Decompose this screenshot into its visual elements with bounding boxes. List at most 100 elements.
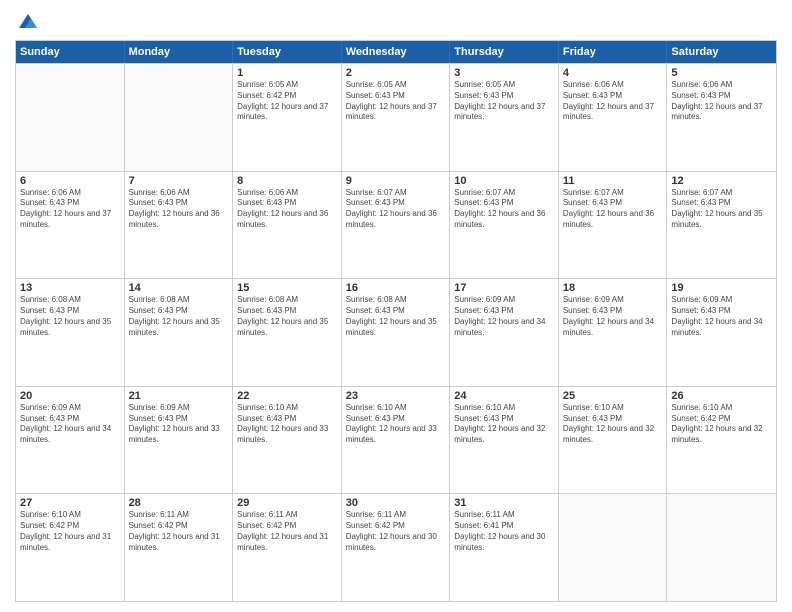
- day-info: Sunrise: 6:11 AMSunset: 6:42 PMDaylight:…: [129, 510, 229, 553]
- day-of-week-header: Friday: [559, 41, 668, 63]
- calendar-cell: 31Sunrise: 6:11 AMSunset: 6:41 PMDayligh…: [450, 494, 559, 601]
- day-number: 6: [20, 175, 120, 187]
- day-number: 25: [563, 390, 663, 402]
- day-number: 11: [563, 175, 663, 187]
- day-number: 30: [346, 497, 446, 509]
- day-info: Sunrise: 6:11 AMSunset: 6:42 PMDaylight:…: [237, 510, 337, 553]
- day-info: Sunrise: 6:05 AMSunset: 6:43 PMDaylight:…: [454, 80, 554, 123]
- day-number: 16: [346, 282, 446, 294]
- day-info: Sunrise: 6:06 AMSunset: 6:43 PMDaylight:…: [671, 80, 772, 123]
- day-number: 2: [346, 67, 446, 79]
- calendar-cell: 15Sunrise: 6:08 AMSunset: 6:43 PMDayligh…: [233, 279, 342, 386]
- day-info: Sunrise: 6:06 AMSunset: 6:43 PMDaylight:…: [129, 188, 229, 231]
- calendar-cell: 4Sunrise: 6:06 AMSunset: 6:43 PMDaylight…: [559, 64, 668, 171]
- day-info: Sunrise: 6:10 AMSunset: 6:43 PMDaylight:…: [563, 403, 663, 446]
- day-info: Sunrise: 6:09 AMSunset: 6:43 PMDaylight:…: [454, 295, 554, 338]
- calendar-cell: 17Sunrise: 6:09 AMSunset: 6:43 PMDayligh…: [450, 279, 559, 386]
- day-number: 5: [671, 67, 772, 79]
- day-number: 12: [671, 175, 772, 187]
- calendar-week-row: 13Sunrise: 6:08 AMSunset: 6:43 PMDayligh…: [16, 278, 776, 386]
- day-info: Sunrise: 6:05 AMSunset: 6:42 PMDaylight:…: [237, 80, 337, 123]
- calendar-cell: 11Sunrise: 6:07 AMSunset: 6:43 PMDayligh…: [559, 172, 668, 279]
- calendar-cell: 26Sunrise: 6:10 AMSunset: 6:42 PMDayligh…: [667, 387, 776, 494]
- calendar-cell: 5Sunrise: 6:06 AMSunset: 6:43 PMDaylight…: [667, 64, 776, 171]
- calendar-cell: [125, 64, 234, 171]
- day-info: Sunrise: 6:06 AMSunset: 6:43 PMDaylight:…: [237, 188, 337, 231]
- calendar-cell: 7Sunrise: 6:06 AMSunset: 6:43 PMDaylight…: [125, 172, 234, 279]
- day-info: Sunrise: 6:10 AMSunset: 6:43 PMDaylight:…: [454, 403, 554, 446]
- day-info: Sunrise: 6:07 AMSunset: 6:43 PMDaylight:…: [671, 188, 772, 231]
- calendar-cell: 27Sunrise: 6:10 AMSunset: 6:42 PMDayligh…: [16, 494, 125, 601]
- day-info: Sunrise: 6:07 AMSunset: 6:43 PMDaylight:…: [346, 188, 446, 231]
- calendar-cell: 29Sunrise: 6:11 AMSunset: 6:42 PMDayligh…: [233, 494, 342, 601]
- day-number: 24: [454, 390, 554, 402]
- day-number: 29: [237, 497, 337, 509]
- calendar-cell: 8Sunrise: 6:06 AMSunset: 6:43 PMDaylight…: [233, 172, 342, 279]
- calendar-cell: 12Sunrise: 6:07 AMSunset: 6:43 PMDayligh…: [667, 172, 776, 279]
- calendar-week-row: 27Sunrise: 6:10 AMSunset: 6:42 PMDayligh…: [16, 493, 776, 601]
- day-info: Sunrise: 6:10 AMSunset: 6:42 PMDaylight:…: [671, 403, 772, 446]
- day-of-week-header: Wednesday: [342, 41, 451, 63]
- calendar-week-row: 6Sunrise: 6:06 AMSunset: 6:43 PMDaylight…: [16, 171, 776, 279]
- day-number: 15: [237, 282, 337, 294]
- calendar-header: SundayMondayTuesdayWednesdayThursdayFrid…: [16, 41, 776, 63]
- calendar: SundayMondayTuesdayWednesdayThursdayFrid…: [15, 40, 777, 602]
- day-info: Sunrise: 6:08 AMSunset: 6:43 PMDaylight:…: [237, 295, 337, 338]
- day-number: 31: [454, 497, 554, 509]
- day-info: Sunrise: 6:06 AMSunset: 6:43 PMDaylight:…: [563, 80, 663, 123]
- day-info: Sunrise: 6:10 AMSunset: 6:42 PMDaylight:…: [20, 510, 120, 553]
- page: SundayMondayTuesdayWednesdayThursdayFrid…: [0, 0, 792, 612]
- day-info: Sunrise: 6:08 AMSunset: 6:43 PMDaylight:…: [346, 295, 446, 338]
- day-number: 22: [237, 390, 337, 402]
- calendar-cell: 30Sunrise: 6:11 AMSunset: 6:42 PMDayligh…: [342, 494, 451, 601]
- day-number: 13: [20, 282, 120, 294]
- day-number: 20: [20, 390, 120, 402]
- day-number: 14: [129, 282, 229, 294]
- calendar-week-row: 20Sunrise: 6:09 AMSunset: 6:43 PMDayligh…: [16, 386, 776, 494]
- day-number: 18: [563, 282, 663, 294]
- day-info: Sunrise: 6:09 AMSunset: 6:43 PMDaylight:…: [129, 403, 229, 446]
- logo-icon: [17, 10, 39, 32]
- day-info: Sunrise: 6:09 AMSunset: 6:43 PMDaylight:…: [671, 295, 772, 338]
- calendar-cell: [667, 494, 776, 601]
- day-info: Sunrise: 6:08 AMSunset: 6:43 PMDaylight:…: [20, 295, 120, 338]
- day-of-week-header: Saturday: [667, 41, 776, 63]
- day-info: Sunrise: 6:05 AMSunset: 6:43 PMDaylight:…: [346, 80, 446, 123]
- header: [15, 10, 777, 32]
- calendar-cell: [16, 64, 125, 171]
- day-of-week-header: Sunday: [16, 41, 125, 63]
- day-info: Sunrise: 6:08 AMSunset: 6:43 PMDaylight:…: [129, 295, 229, 338]
- calendar-week-row: 1Sunrise: 6:05 AMSunset: 6:42 PMDaylight…: [16, 63, 776, 171]
- calendar-cell: 1Sunrise: 6:05 AMSunset: 6:42 PMDaylight…: [233, 64, 342, 171]
- calendar-cell: 18Sunrise: 6:09 AMSunset: 6:43 PMDayligh…: [559, 279, 668, 386]
- day-info: Sunrise: 6:06 AMSunset: 6:43 PMDaylight:…: [20, 188, 120, 231]
- calendar-cell: 23Sunrise: 6:10 AMSunset: 6:43 PMDayligh…: [342, 387, 451, 494]
- day-info: Sunrise: 6:11 AMSunset: 6:42 PMDaylight:…: [346, 510, 446, 553]
- calendar-cell: 16Sunrise: 6:08 AMSunset: 6:43 PMDayligh…: [342, 279, 451, 386]
- day-number: 19: [671, 282, 772, 294]
- day-number: 8: [237, 175, 337, 187]
- day-of-week-header: Tuesday: [233, 41, 342, 63]
- day-number: 4: [563, 67, 663, 79]
- day-of-week-header: Thursday: [450, 41, 559, 63]
- calendar-cell: 3Sunrise: 6:05 AMSunset: 6:43 PMDaylight…: [450, 64, 559, 171]
- day-number: 3: [454, 67, 554, 79]
- calendar-cell: 6Sunrise: 6:06 AMSunset: 6:43 PMDaylight…: [16, 172, 125, 279]
- day-info: Sunrise: 6:09 AMSunset: 6:43 PMDaylight:…: [20, 403, 120, 446]
- day-info: Sunrise: 6:09 AMSunset: 6:43 PMDaylight:…: [563, 295, 663, 338]
- calendar-cell: 25Sunrise: 6:10 AMSunset: 6:43 PMDayligh…: [559, 387, 668, 494]
- calendar-cell: 20Sunrise: 6:09 AMSunset: 6:43 PMDayligh…: [16, 387, 125, 494]
- day-number: 23: [346, 390, 446, 402]
- calendar-cell: 28Sunrise: 6:11 AMSunset: 6:42 PMDayligh…: [125, 494, 234, 601]
- day-number: 17: [454, 282, 554, 294]
- calendar-body: 1Sunrise: 6:05 AMSunset: 6:42 PMDaylight…: [16, 63, 776, 601]
- day-number: 9: [346, 175, 446, 187]
- day-number: 26: [671, 390, 772, 402]
- calendar-cell: 9Sunrise: 6:07 AMSunset: 6:43 PMDaylight…: [342, 172, 451, 279]
- day-info: Sunrise: 6:07 AMSunset: 6:43 PMDaylight:…: [563, 188, 663, 231]
- calendar-cell: 19Sunrise: 6:09 AMSunset: 6:43 PMDayligh…: [667, 279, 776, 386]
- calendar-cell: 2Sunrise: 6:05 AMSunset: 6:43 PMDaylight…: [342, 64, 451, 171]
- day-number: 7: [129, 175, 229, 187]
- day-number: 21: [129, 390, 229, 402]
- day-info: Sunrise: 6:10 AMSunset: 6:43 PMDaylight:…: [237, 403, 337, 446]
